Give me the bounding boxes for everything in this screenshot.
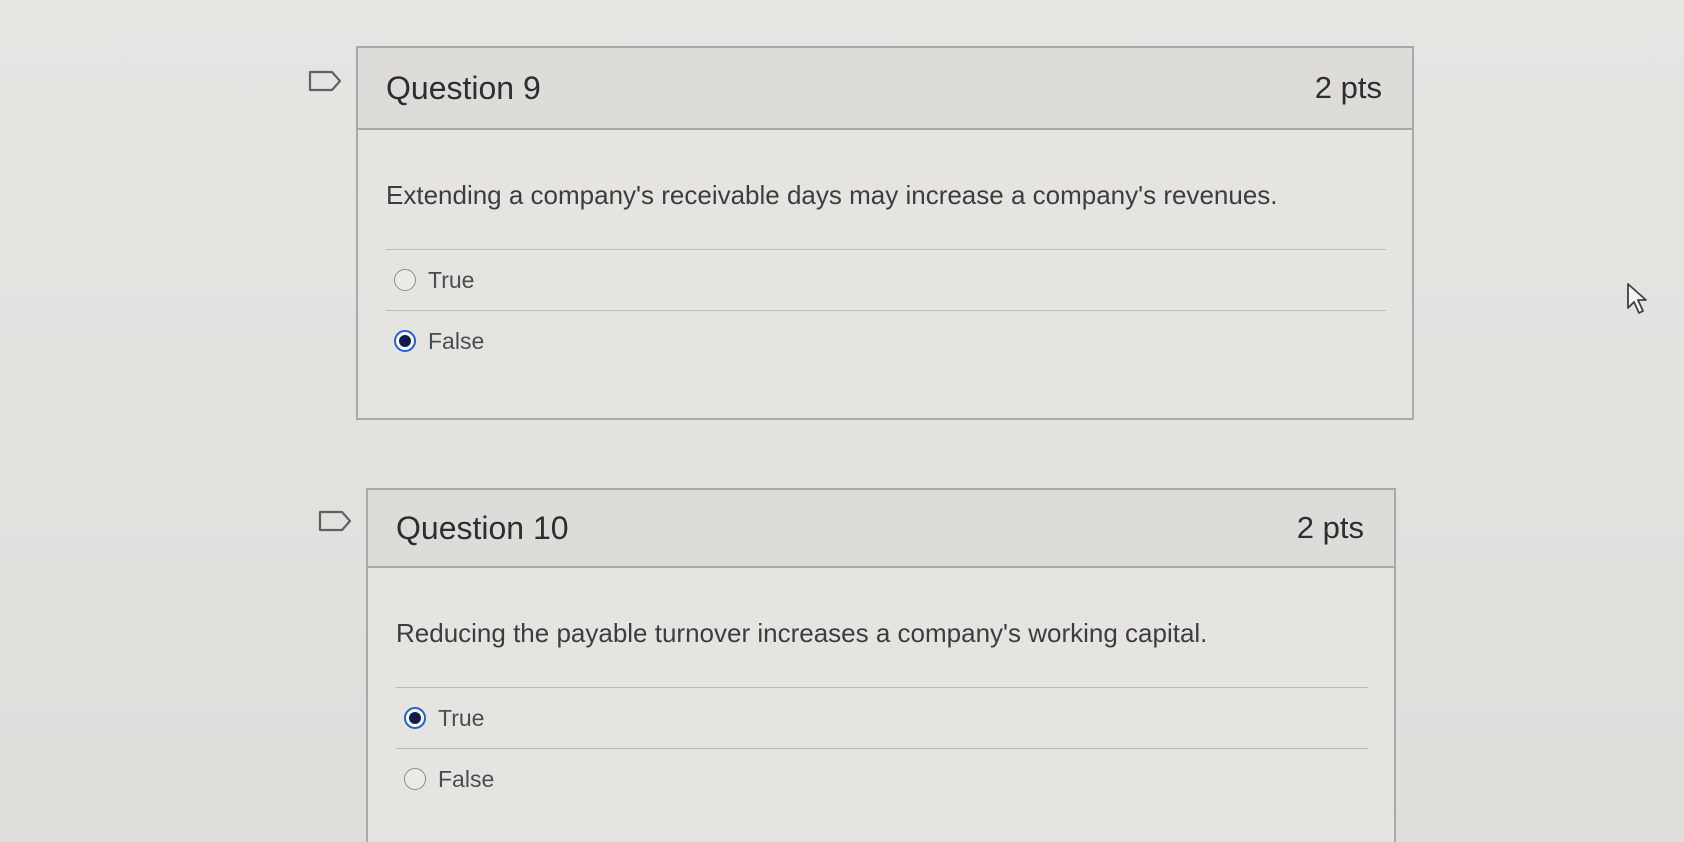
answer-option-true[interactable]: True — [396, 688, 1368, 748]
question-card-10: Question 10 2 pts Reducing the payable t… — [366, 488, 1396, 842]
question-title: Question 10 — [396, 509, 569, 546]
answer-option-false[interactable]: False — [396, 748, 1368, 809]
question-body: Extending a company's receivable days ma… — [358, 130, 1412, 371]
answer-option-false[interactable]: False — [386, 310, 1386, 371]
radio-unchecked-icon[interactable] — [394, 269, 416, 291]
answer-label: True — [438, 704, 485, 731]
question-card-9: Question 9 2 pts Extending a company's r… — [356, 46, 1414, 420]
radio-unchecked-icon[interactable] — [404, 768, 426, 790]
flag-icon[interactable] — [318, 510, 352, 532]
flag-icon[interactable] — [308, 70, 342, 92]
question-title: Question 9 — [386, 69, 541, 106]
answer-label: False — [438, 765, 495, 792]
quiz-page: Question 9 2 pts Extending a company's r… — [0, 0, 1684, 842]
answer-label: False — [428, 327, 485, 354]
radio-checked-icon[interactable] — [394, 330, 416, 352]
answer-label: True — [428, 266, 475, 293]
mouse-pointer-icon — [1627, 283, 1647, 314]
question-points: 2 pts — [1314, 70, 1382, 105]
radio-checked-icon[interactable] — [404, 707, 426, 729]
question-header: Question 10 2 pts — [368, 490, 1394, 568]
question-header: Question 9 2 pts — [358, 48, 1412, 130]
question-points: 2 pts — [1296, 510, 1364, 545]
answer-option-true[interactable]: True — [386, 250, 1386, 310]
question-text: Reducing the payable turnover increases … — [396, 568, 1368, 688]
question-text: Extending a company's receivable days ma… — [386, 130, 1386, 250]
question-body: Reducing the payable turnover increases … — [368, 568, 1394, 809]
